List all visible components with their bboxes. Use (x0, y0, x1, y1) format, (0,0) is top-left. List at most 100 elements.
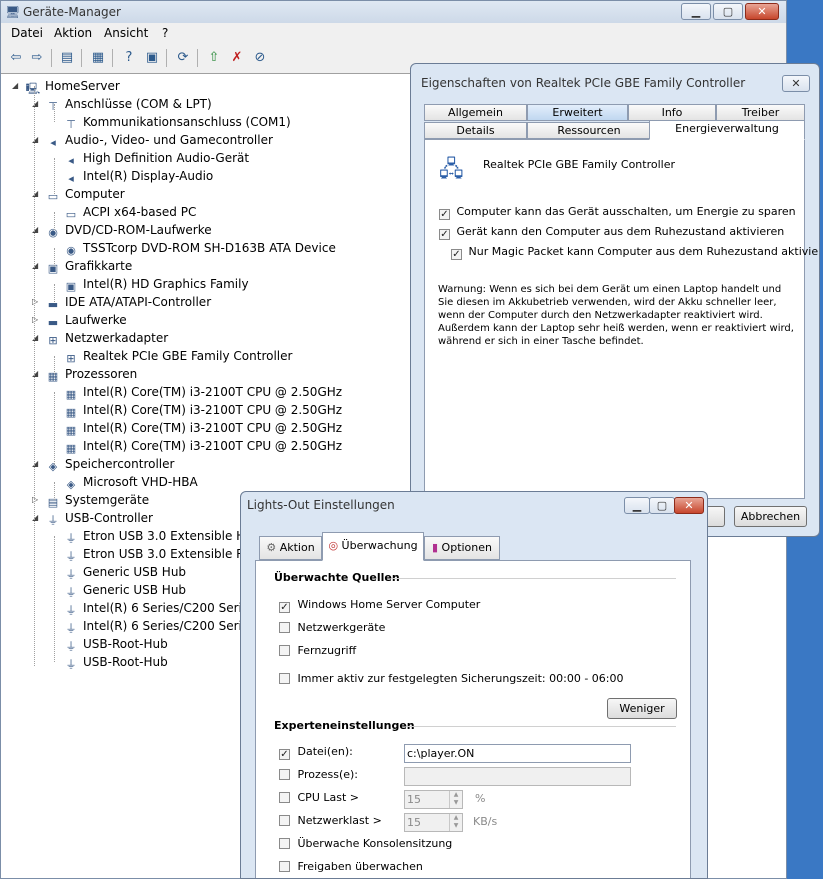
checkbox-process[interactable] (279, 769, 290, 780)
cpu-row[interactable]: CPU Last > (279, 791, 359, 804)
tab-erweitert[interactable]: Erweitert (527, 104, 628, 121)
checkbox-wake[interactable]: ✓ (439, 229, 450, 240)
checkbox-remote-access[interactable] (279, 645, 290, 656)
ok-button[interactable] (705, 506, 725, 527)
scan-hardware-icon[interactable]: ⟳ (174, 49, 192, 67)
checkbox-whs-computer[interactable]: ✓ (279, 602, 290, 613)
tree-node[interactable]: ▬ Laufwerke (45, 311, 127, 329)
tree-node[interactable]: ◂ High Definition Audio-Gerät (63, 149, 249, 167)
tree-node[interactable]: ▬ IDE ATA/ATAPI-Controller (45, 293, 211, 311)
tab-details[interactable]: Details (424, 122, 527, 139)
properties-icon[interactable]: ▦ (89, 49, 107, 67)
tree-node[interactable]: ⊞ Realtek PCIe GBE Family Controller (63, 347, 292, 365)
uninstall-icon[interactable]: ✗ (228, 49, 246, 67)
tree-node[interactable]: ⊤ Kommunikationsanschluss (COM1) (63, 113, 291, 131)
minimize-button[interactable]: ▁ (681, 3, 711, 20)
spin-arrows-icon[interactable]: ▲ ▼ (449, 791, 462, 808)
checkbox-files[interactable]: ✓ (279, 749, 290, 760)
checkbox-magic-packet[interactable]: ✓ (451, 249, 462, 260)
source-row[interactable]: Immer aktiv zur festgelegten Sicherungsz… (279, 672, 623, 685)
files-input[interactable]: c:\player.ON (404, 744, 631, 763)
device-manager-titlebar[interactable]: 🖥 Geräte-Manager ▁ ▢ ✕ (1, 1, 786, 23)
tab-info[interactable]: Info (628, 104, 716, 121)
tab-energieverwaltung[interactable]: Energieverwaltung (649, 120, 805, 140)
checkbox-backup-time[interactable] (279, 673, 290, 684)
close-button[interactable]: ✕ (745, 3, 779, 20)
update-driver-icon[interactable]: ⇧ (205, 49, 223, 67)
menu-datei[interactable]: Datei (11, 26, 43, 40)
expanded-triangle-icon[interactable]: ◢ (12, 77, 22, 95)
tree-node[interactable]: ⏚ USB-Root-Hub (63, 635, 168, 653)
tree-node[interactable]: ⊞ Netzwerkadapter (45, 329, 168, 347)
check-row-magic-packet[interactable]: ✓ Nur Magic Packet kann Computer aus dem… (451, 245, 819, 260)
back-arrow-icon[interactable]: ⇦ (7, 49, 25, 67)
menu-ansicht[interactable]: Ansicht (104, 26, 148, 40)
tree-node[interactable]: ◈ Speichercontroller (45, 455, 175, 473)
close-button[interactable]: ✕ (674, 497, 704, 514)
tree-node[interactable]: ⏚ Etron USB 3.0 Extensible Host (63, 527, 264, 545)
check-row-wake[interactable]: ✓ Gerät kann den Computer aus dem Ruhezu… (439, 225, 784, 240)
tree-node[interactable]: ▤ Systemgeräte (45, 491, 149, 509)
minimize-button[interactable]: ▁ (624, 497, 650, 514)
forward-arrow-icon[interactable]: ⇨ (28, 49, 46, 67)
tab-optionen[interactable]: ▮ Optionen (424, 536, 500, 560)
network-load-stepper[interactable]: 15 ▲ ▼ (404, 813, 463, 832)
menu-aktion[interactable]: Aktion (54, 26, 92, 40)
tab-ressourcen[interactable]: Ressourcen (527, 122, 651, 139)
process-row[interactable]: Prozess(e): (279, 768, 358, 781)
tree-node[interactable]: ◉ DVD/CD-ROM-Laufwerke (45, 221, 211, 239)
tree-node[interactable]: ⊤ Anschlüsse (COM & LPT) (45, 95, 212, 113)
tree-node[interactable]: ◂ Audio-, Video- und Gamecontroller (45, 131, 273, 149)
checkbox-power-off[interactable]: ✓ (439, 209, 450, 220)
tab-aktion[interactable]: ⚙ Aktion (259, 536, 322, 560)
tree-node[interactable]: ▦ Intel(R) Core(TM) i3-2100T CPU @ 2.50GH… (63, 437, 342, 455)
maximize-button[interactable]: ▢ (649, 497, 675, 514)
tree-node[interactable]: ▣ Intel(R) HD Graphics Family (63, 275, 249, 293)
shares-row[interactable]: Freigaben überwachen (279, 860, 423, 873)
checkbox-network-load[interactable] (279, 815, 290, 826)
disable-device-icon[interactable]: ⊘ (251, 49, 269, 67)
checkbox-console-session[interactable] (279, 838, 290, 849)
source-row[interactable]: Netzwerkgeräte (279, 621, 385, 634)
tree-node[interactable]: ◉ TSSTcorp DVD-ROM SH-D163B ATA Device (63, 239, 336, 257)
tree-node[interactable]: 🖳 HomeServer (25, 77, 120, 95)
tab-ueberwachung[interactable]: ◎ Überwachung (322, 532, 424, 561)
check-row-power-off[interactable]: ✓ Computer kann das Gerät ausschalten, u… (439, 205, 796, 220)
properties-close-button[interactable]: ✕ (782, 75, 810, 92)
tree-node[interactable]: ⏚ Intel(R) 6 Series/C200 Series C (63, 599, 268, 617)
source-row[interactable]: Fernzugriff (279, 644, 356, 657)
tab-allgemein[interactable]: Allgemein (424, 104, 527, 121)
tree-node[interactable]: ⏚ Generic USB Hub (63, 581, 187, 599)
process-input[interactable] (404, 767, 631, 786)
tree-node[interactable]: ▭ ACPI x64-based PC (63, 203, 197, 221)
tree-node[interactable]: ▣ Grafikkarte (45, 257, 132, 275)
cancel-button[interactable]: Abbrechen (734, 506, 807, 527)
checkbox-shares[interactable] (279, 861, 290, 872)
tab-treiber[interactable]: Treiber (716, 104, 805, 121)
tree-node[interactable]: ▦ Intel(R) Core(TM) i3-2100T CPU @ 2.50GH… (63, 419, 342, 437)
less-button[interactable]: Weniger (607, 698, 677, 719)
checkbox-network-devices[interactable] (279, 622, 290, 633)
tree-node[interactable]: ◈ Microsoft VHD-HBA (63, 473, 198, 491)
cpu-load-stepper[interactable]: 15 ▲ ▼ (404, 790, 463, 809)
tree-node[interactable]: ◂ Intel(R) Display-Audio (63, 167, 213, 185)
source-row[interactable]: ✓ Windows Home Server Computer (279, 598, 480, 613)
tree-node[interactable]: ▦ Prozessoren (45, 365, 137, 383)
tree-node[interactable]: ⏚ USB-Controller (45, 509, 154, 527)
help-icon[interactable]: ? (120, 49, 138, 67)
tree-node[interactable]: ⏚ Generic USB Hub (63, 563, 187, 581)
file-row[interactable]: ✓ Datei(en): (279, 745, 353, 760)
view-icon[interactable]: ▣ (143, 49, 161, 67)
menu-help[interactable]: ? (162, 26, 168, 40)
show-hide-tree-icon[interactable]: ▤ (58, 49, 76, 67)
tree-node[interactable]: ▦ Intel(R) Core(TM) i3-2100T CPU @ 2.50GH… (63, 401, 342, 419)
tree-node[interactable]: ⏚ USB-Root-Hub (63, 653, 168, 671)
checkbox-cpu-load[interactable] (279, 792, 290, 803)
maximize-button[interactable]: ▢ (713, 3, 743, 20)
spin-arrows-icon[interactable]: ▲ ▼ (449, 814, 462, 831)
tree-node[interactable]: ▭ Computer (45, 185, 125, 203)
tree-node[interactable]: ▦ Intel(R) Core(TM) i3-2100T CPU @ 2.50GH… (63, 383, 342, 401)
tree-node[interactable]: ⏚ Etron USB 3.0 Extensible Root (63, 545, 264, 563)
network-load-row[interactable]: Netzwerklast > (279, 814, 382, 827)
console-row[interactable]: Überwache Konsolensitzung (279, 837, 452, 850)
